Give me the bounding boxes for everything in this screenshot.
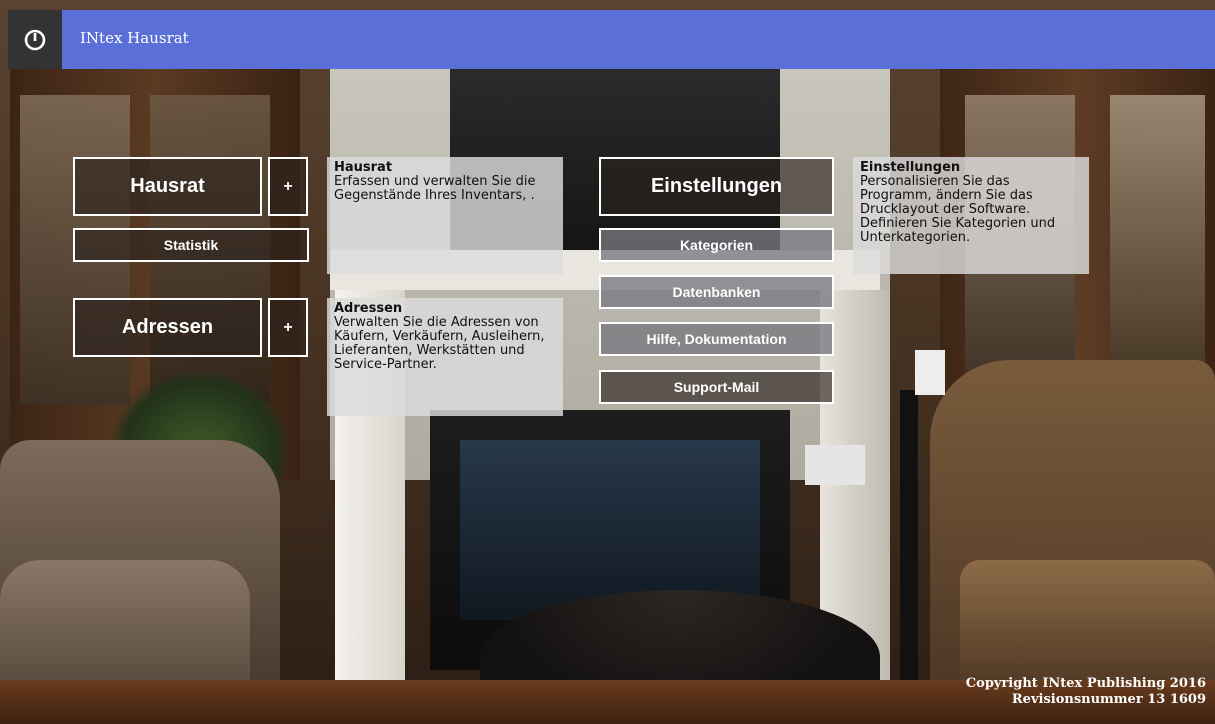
power-icon (24, 29, 46, 50)
background-lamp (805, 445, 865, 485)
adressen-add-button[interactable]: + (268, 298, 308, 357)
adressen-button[interactable]: Adressen (73, 298, 262, 357)
hilfe-dokumentation-button[interactable]: Hilfe, Dokumentation (599, 322, 834, 356)
einstellungen-info-title: Einstellungen (860, 160, 961, 175)
power-button[interactable] (8, 10, 62, 69)
revision-text: Revisionsnummer 13 1609 (1011, 692, 1206, 707)
background-lamp-pole (900, 390, 918, 724)
background-cabinet-glass (1110, 95, 1205, 395)
kategorien-button[interactable]: Kategorien (599, 228, 834, 262)
adressen-info-text: Verwalten Sie die Adressen von Käufern, … (334, 315, 545, 372)
app-title: INtex Hausrat (80, 29, 189, 47)
einstellungen-info-panel: Einstellungen Personalisieren Sie das Pr… (853, 157, 1089, 274)
support-mail-button[interactable]: Support-Mail (599, 370, 834, 404)
statistik-button[interactable]: Statistik (73, 228, 309, 262)
background-lamp (915, 350, 945, 395)
datenbanken-button[interactable]: Datenbanken (599, 275, 834, 309)
copyright-text: Copyright INtex Publishing 2016 (965, 676, 1206, 691)
hausrat-info-panel: Hausrat Erfassen und verwalten Sie die G… (327, 157, 563, 274)
hausrat-button[interactable]: Hausrat (73, 157, 262, 216)
background-photo (0, 0, 1215, 724)
hausrat-add-button[interactable]: + (268, 157, 308, 216)
header-bar (8, 10, 1215, 69)
hausrat-info-text: Erfassen und verwalten Sie die Gegenstän… (334, 174, 536, 203)
adressen-info-title: Adressen (334, 301, 403, 316)
copyright-notice: Copyright INtex Publishing 2016 Revision… (966, 676, 1206, 708)
einstellungen-button[interactable]: Einstellungen (599, 157, 834, 216)
adressen-info-panel: Adressen Verwalten Sie die Adressen von … (327, 298, 563, 416)
einstellungen-info-text: Personalisieren Sie das Programm, ändern… (860, 174, 1056, 245)
hausrat-info-title: Hausrat (334, 160, 393, 175)
